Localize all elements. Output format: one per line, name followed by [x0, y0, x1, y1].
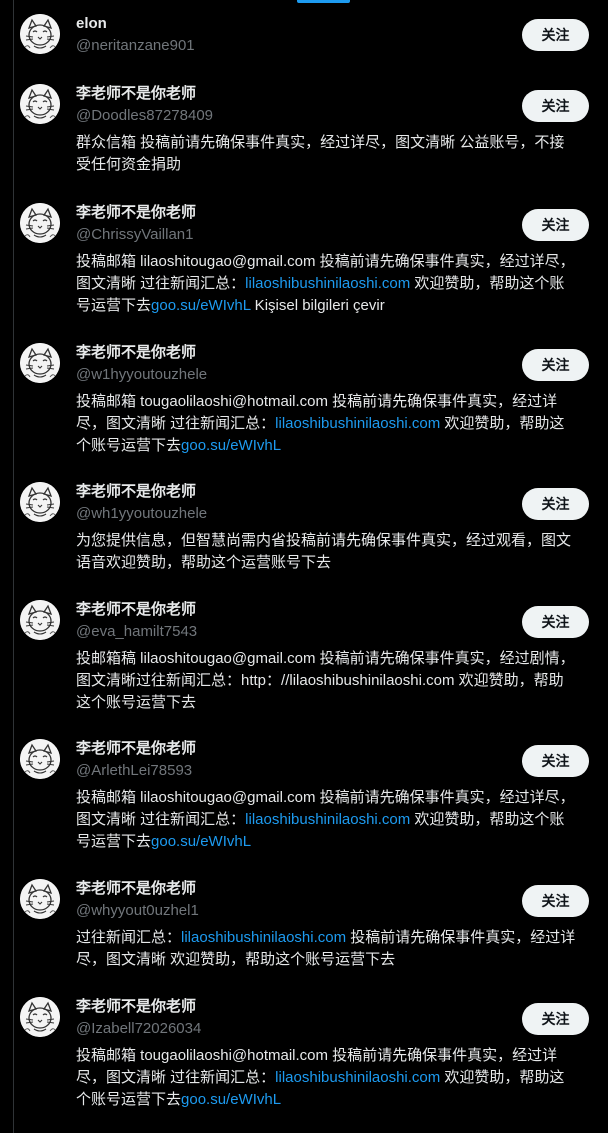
user-bio: 投稿邮箱 tougaolilaoshi@hotmail.com 投稿前请先确保事…	[76, 1045, 576, 1111]
user-row[interactable]: 李老师不是你老师 @wh1yyoutouzhele 为您提供信息，但智慧尚需内省投稿…	[14, 482, 595, 592]
cartoon-cat-avatar-icon[interactable]	[20, 997, 60, 1037]
bio-text: 过往新闻汇总：	[76, 929, 182, 946]
user-row[interactable]: 李老师不是你老师 @w1hyyoutouzhele 投稿邮箱 tougaolilao…	[14, 343, 595, 454]
bio-text: 群众信箱 投稿前请先确保事件真实，经过详尽，图文清晰 公益账号，不接受任何资金捐…	[76, 134, 565, 173]
cartoon-cat-avatar-icon[interactable]	[20, 482, 60, 522]
follow-button[interactable]: 关注	[522, 19, 589, 51]
user-display-name[interactable]: elon	[76, 14, 107, 34]
user-bio: 投邮箱稿 lilaoshitougao@gmail.com 投稿前请先确保事件真…	[76, 648, 576, 714]
user-handle: @ChrissyVaillan1	[76, 226, 194, 243]
follow-button[interactable]: 关注	[522, 209, 589, 241]
follow-button[interactable]: 关注	[522, 90, 589, 122]
bio-text: 投邮箱稿 lilaoshitougao@gmail.com 投稿前请先确保事件真…	[76, 650, 575, 711]
follow-button[interactable]: 关注	[522, 606, 589, 638]
user-display-name[interactable]: 李老师不是你老师	[76, 739, 196, 759]
follow-button[interactable]: 关注	[522, 1003, 589, 1035]
cartoon-cat-avatar-icon[interactable]	[20, 739, 60, 779]
user-handle: @Doodles87278409	[76, 107, 213, 124]
bio-link[interactable]: lilaoshibushinilaoshi.com	[181, 929, 346, 946]
user-row[interactable]: 李老师不是你老师 @ChrissyVaillan1 投稿邮箱 lilaoshitou…	[14, 203, 595, 314]
user-bio: 投稿邮箱 lilaoshitougao@gmail.com 投稿前请先确保事件真…	[76, 787, 576, 853]
user-handle: @Izabell72026034	[76, 1020, 202, 1037]
cartoon-cat-avatar-icon[interactable]	[20, 879, 60, 919]
user-handle: @neritanzane901	[76, 37, 195, 54]
user-display-name[interactable]: 李老师不是你老师	[76, 203, 196, 223]
user-row[interactable]: 李老师不是你老师 @Izabell72026034 投稿邮箱 tougaolilao…	[14, 997, 595, 1108]
cartoon-cat-avatar-icon[interactable]	[20, 343, 60, 383]
user-handle: @w1hyyoutouzhele	[76, 366, 208, 383]
user-handle: @whyyout0uzhel1	[76, 902, 199, 919]
user-handle: @eva_hamilt7543	[76, 623, 198, 640]
bio-link[interactable]: lilaoshibushinilaoshi.com	[275, 1069, 440, 1086]
bio-link[interactable]: goo.su/eWIvhL	[181, 437, 281, 454]
user-bio: 过往新闻汇总：lilaoshibushinilaoshi.com 投稿前请先确保…	[76, 927, 576, 971]
bio-link[interactable]: lilaoshibushinilaoshi.com	[275, 415, 440, 432]
follow-button[interactable]: 关注	[522, 885, 589, 917]
bio-link[interactable]: lilaoshibushinilaoshi.com	[245, 275, 410, 292]
user-bio: 投稿邮箱 lilaoshitougao@gmail.com 投稿前请先确保事件真…	[76, 251, 576, 317]
user-handle: @ArlethLei78593	[76, 762, 193, 779]
user-row[interactable]: 李老师不是你老师 @eva_hamilt7543 投邮箱稿 lilaoshitoug…	[14, 600, 595, 711]
follow-button[interactable]: 关注	[522, 349, 589, 381]
bio-link[interactable]: lilaoshibushinilaoshi.com	[245, 811, 410, 828]
bio-text: Kişisel bilgileri çevir	[250, 297, 385, 314]
follow-button[interactable]: 关注	[522, 745, 589, 777]
user-display-name[interactable]: 李老师不是你老师	[76, 997, 196, 1017]
follow-button[interactable]: 关注	[522, 488, 589, 520]
bio-text: 为您提供信息，但智慧尚需内省投稿前请先确保事件真实，经过观看，图文语音欢迎赞助，…	[76, 532, 572, 571]
user-handle: @wh1yyoutouzhele	[76, 505, 208, 522]
bio-link[interactable]: goo.su/eWIvhL	[151, 297, 251, 314]
user-row[interactable]: elon @neritanzane901 关注	[14, 14, 595, 64]
user-row[interactable]: 李老师不是你老师 @whyyout0uzhel1 过往新闻汇总：lilaoshibu…	[14, 879, 595, 989]
user-bio: 为您提供信息，但智慧尚需内省投稿前请先确保事件真实，经过观看，图文语音欢迎赞助，…	[76, 530, 576, 574]
user-display-name[interactable]: 李老师不是你老师	[76, 879, 196, 899]
user-display-name[interactable]: 李老师不是你老师	[76, 600, 196, 620]
user-bio: 投稿邮箱 tougaolilaoshi@hotmail.com 投稿前请先确保事…	[76, 391, 576, 457]
bio-link[interactable]: goo.su/eWIvhL	[181, 1091, 281, 1108]
user-display-name[interactable]: 李老师不是你老师	[76, 343, 196, 363]
user-bio: 群众信箱 投稿前请先确保事件真实，经过详尽，图文清晰 公益账号，不接受任何资金捐…	[76, 132, 576, 176]
cartoon-cat-avatar-icon[interactable]	[20, 84, 60, 124]
user-display-name[interactable]: 李老师不是你老师	[76, 84, 196, 104]
cartoon-cat-avatar-icon[interactable]	[20, 14, 60, 54]
user-display-name[interactable]: 李老师不是你老师	[76, 482, 196, 502]
bio-link[interactable]: goo.su/eWIvhL	[151, 833, 251, 850]
user-row[interactable]: 李老师不是你老师 @Doodles87278409 群众信箱 投稿前请先确保事件真实…	[14, 84, 595, 194]
cartoon-cat-avatar-icon[interactable]	[20, 203, 60, 243]
cartoon-cat-avatar-icon[interactable]	[20, 600, 60, 640]
user-row[interactable]: 李老师不是你老师 @ArlethLei78593 投稿邮箱 lilaoshitoug…	[14, 739, 595, 850]
active-tab-indicator	[297, 0, 350, 3]
